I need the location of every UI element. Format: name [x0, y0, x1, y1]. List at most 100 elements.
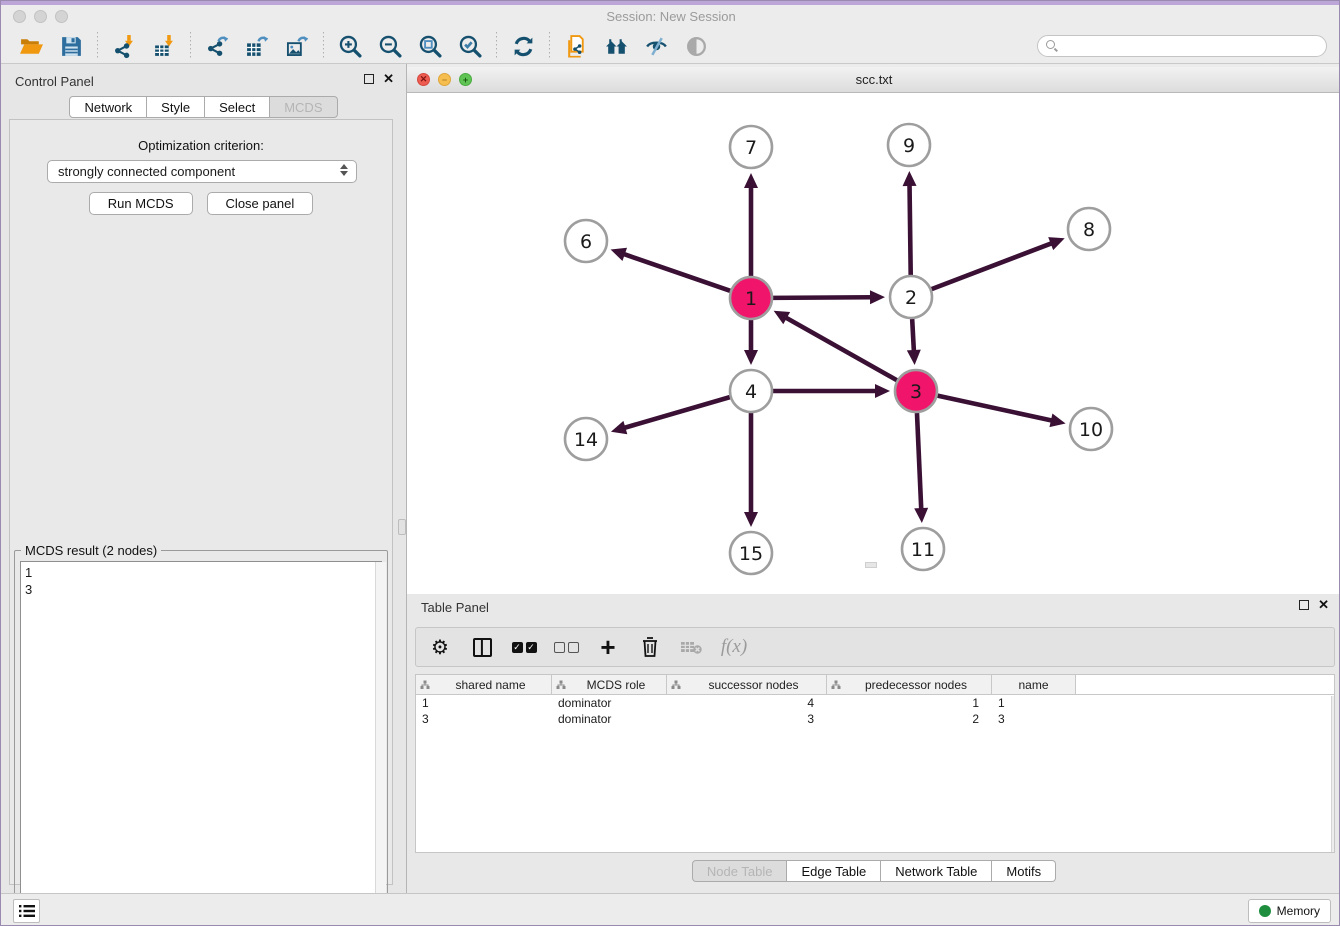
table-scrollbar[interactable]	[1331, 696, 1334, 852]
add-column-button[interactable]: +	[594, 633, 622, 661]
show-panel-button[interactable]	[676, 31, 716, 61]
column-sort-icon	[420, 680, 430, 690]
zoom-fit-button[interactable]	[410, 31, 450, 61]
node-label-7: 7	[745, 137, 757, 159]
float-table-panel-icon[interactable]	[1299, 600, 1309, 610]
edge-2-8[interactable]	[932, 243, 1053, 289]
column-view-button[interactable]	[468, 633, 496, 661]
tab-style[interactable]: Style	[147, 96, 205, 118]
tab-motifs[interactable]: Motifs	[992, 860, 1056, 882]
column-view-icon	[473, 638, 492, 657]
tab-node-table[interactable]: Node Table	[692, 860, 788, 882]
import-network-button[interactable]	[104, 31, 144, 61]
function-builder-icon: f(x)	[721, 636, 747, 658]
edge-arrowhead	[907, 350, 921, 365]
mcds-result-group: MCDS result (2 nodes) 1 3	[14, 550, 388, 926]
table-cell[interactable]: 3	[992, 711, 1076, 727]
table-cell[interactable]: dominator	[552, 711, 667, 727]
search-icon	[1046, 40, 1055, 49]
table-toolbar: ⚙ ✓✓ +	[415, 627, 1335, 667]
column-header-label: predecessor nodes	[841, 678, 991, 692]
mcds-result-text[interactable]: 1 3	[20, 561, 382, 919]
column-header-predecessor-nodes[interactable]: predecessor nodes	[827, 675, 992, 694]
export-network-button[interactable]	[197, 31, 237, 61]
deselect-all-columns-button[interactable]	[552, 633, 580, 661]
hide-panel-icon	[644, 34, 669, 59]
optimization-criterion-select[interactable]: strongly connected component	[47, 160, 357, 183]
table-panel-title: Table Panel	[421, 600, 489, 615]
edge-3-1[interactable]	[785, 317, 897, 380]
network-view-window: ✕ − + scc.txt 7968124314101511	[407, 67, 1340, 594]
control-panel: Control Panel ✕ Network Style Select MCD…	[1, 64, 407, 893]
network-window-titlebar[interactable]: ✕ − + scc.txt	[407, 67, 1340, 93]
edge-4-14[interactable]	[623, 397, 729, 428]
close-panel-button[interactable]: Close panel	[207, 192, 314, 215]
table-panel-header: Table Panel ✕	[407, 594, 1340, 622]
edge-2-9[interactable]	[910, 184, 911, 275]
column-header-label: shared name	[430, 678, 551, 692]
table-cell[interactable]: 1	[827, 695, 992, 711]
network-canvas[interactable]: 7968124314101511	[407, 93, 1340, 594]
table-cell[interactable]: 3	[667, 711, 827, 727]
edge-1-6[interactable]	[623, 254, 730, 291]
table-row[interactable]: 1dominator411	[416, 695, 1334, 711]
open-session-button[interactable]	[11, 31, 51, 61]
float-panel-icon[interactable]	[364, 74, 374, 84]
close-table-panel-icon[interactable]: ✕	[1318, 600, 1329, 610]
column-header-MCDS-role[interactable]: MCDS role	[552, 675, 667, 694]
column-header-successor-nodes[interactable]: successor nodes	[667, 675, 827, 694]
run-mcds-button[interactable]: Run MCDS	[89, 192, 193, 215]
select-all-columns-button[interactable]: ✓✓	[510, 633, 538, 661]
home-button[interactable]	[596, 31, 636, 61]
column-header-name[interactable]: name	[992, 675, 1076, 694]
memory-button[interactable]: Memory	[1248, 899, 1331, 923]
save-session-button[interactable]	[51, 31, 91, 61]
network-graph[interactable]: 7968124314101511	[407, 93, 1340, 594]
zoom-selected-button[interactable]	[450, 31, 490, 61]
edge-3-11[interactable]	[917, 413, 921, 510]
table-cell[interactable]: 2	[827, 711, 992, 727]
edge-2-3[interactable]	[912, 319, 914, 352]
table-cell[interactable]: 1	[992, 695, 1076, 711]
edge-3-10[interactable]	[937, 396, 1052, 421]
edge-1-2[interactable]	[773, 297, 872, 298]
column-header-label: successor nodes	[681, 678, 826, 692]
tab-mcds[interactable]: MCDS	[270, 96, 337, 118]
node-label-11: 11	[911, 539, 935, 561]
table-cell[interactable]: 4	[667, 695, 827, 711]
result-scrollbar[interactable]	[375, 562, 386, 918]
delete-table-button[interactable]	[678, 633, 706, 661]
tab-edge-table[interactable]: Edge Table	[787, 860, 881, 882]
settings-gear-button[interactable]: ⚙	[426, 633, 454, 661]
column-header-shared-name[interactable]: shared name	[416, 675, 552, 694]
import-table-button[interactable]	[144, 31, 184, 61]
copy-network-button[interactable]	[556, 31, 596, 61]
tab-network[interactable]: Network	[69, 96, 147, 118]
zoom-out-button[interactable]	[370, 31, 410, 61]
task-history-button[interactable]	[13, 899, 40, 923]
close-panel-icon[interactable]: ✕	[383, 74, 394, 84]
table-cell[interactable]: dominator	[552, 695, 667, 711]
network-splitter-handle[interactable]	[865, 562, 877, 568]
export-table-button[interactable]	[237, 31, 277, 61]
zoom-out-icon	[378, 34, 403, 59]
search-input[interactable]	[1037, 35, 1327, 57]
panel-splitter-handle[interactable]	[398, 519, 406, 535]
window-titlebar[interactable]: Session: New Session	[1, 5, 1340, 29]
column-sort-icon	[671, 680, 681, 690]
table-cell[interactable]: 1	[416, 695, 552, 711]
tab-network-table[interactable]: Network Table	[881, 860, 992, 882]
application-window: Session: New Session	[0, 0, 1340, 926]
tab-select[interactable]: Select	[205, 96, 270, 118]
edge-arrowhead	[875, 384, 890, 398]
zoom-in-button[interactable]	[330, 31, 370, 61]
hide-panel-button[interactable]	[636, 31, 676, 61]
refresh-button[interactable]	[503, 31, 543, 61]
delete-column-button[interactable]	[636, 633, 664, 661]
function-builder-button[interactable]: f(x)	[720, 633, 748, 661]
table-cell[interactable]: 3	[416, 711, 552, 727]
memory-label: Memory	[1277, 904, 1320, 918]
table-row[interactable]: 3dominator323	[416, 711, 1334, 727]
export-image-icon	[285, 34, 310, 59]
export-image-button[interactable]	[277, 31, 317, 61]
